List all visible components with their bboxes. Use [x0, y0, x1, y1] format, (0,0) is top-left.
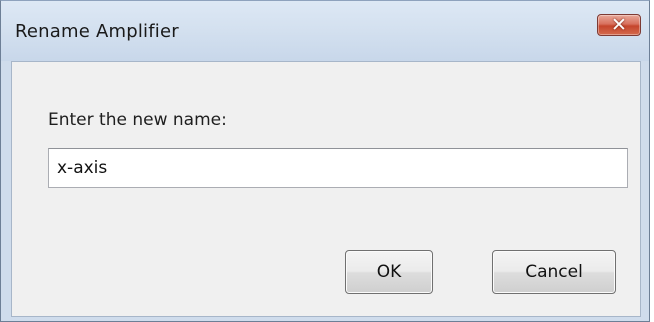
new-name-label: Enter the new name: [48, 110, 227, 130]
close-icon: ✕ [611, 14, 627, 36]
close-button[interactable]: ✕ [597, 14, 641, 36]
rename-amplifier-dialog: Rename Amplifier ✕ Enter the new name: O… [0, 0, 650, 322]
ok-button[interactable]: OK [345, 250, 433, 294]
dialog-body: Enter the new name: OK Cancel [11, 61, 641, 317]
new-name-input[interactable] [48, 148, 628, 188]
cancel-button[interactable]: Cancel [492, 250, 616, 294]
dialog-title: Rename Amplifier [15, 21, 179, 42]
title-bar[interactable]: Rename Amplifier ✕ [1, 1, 649, 61]
